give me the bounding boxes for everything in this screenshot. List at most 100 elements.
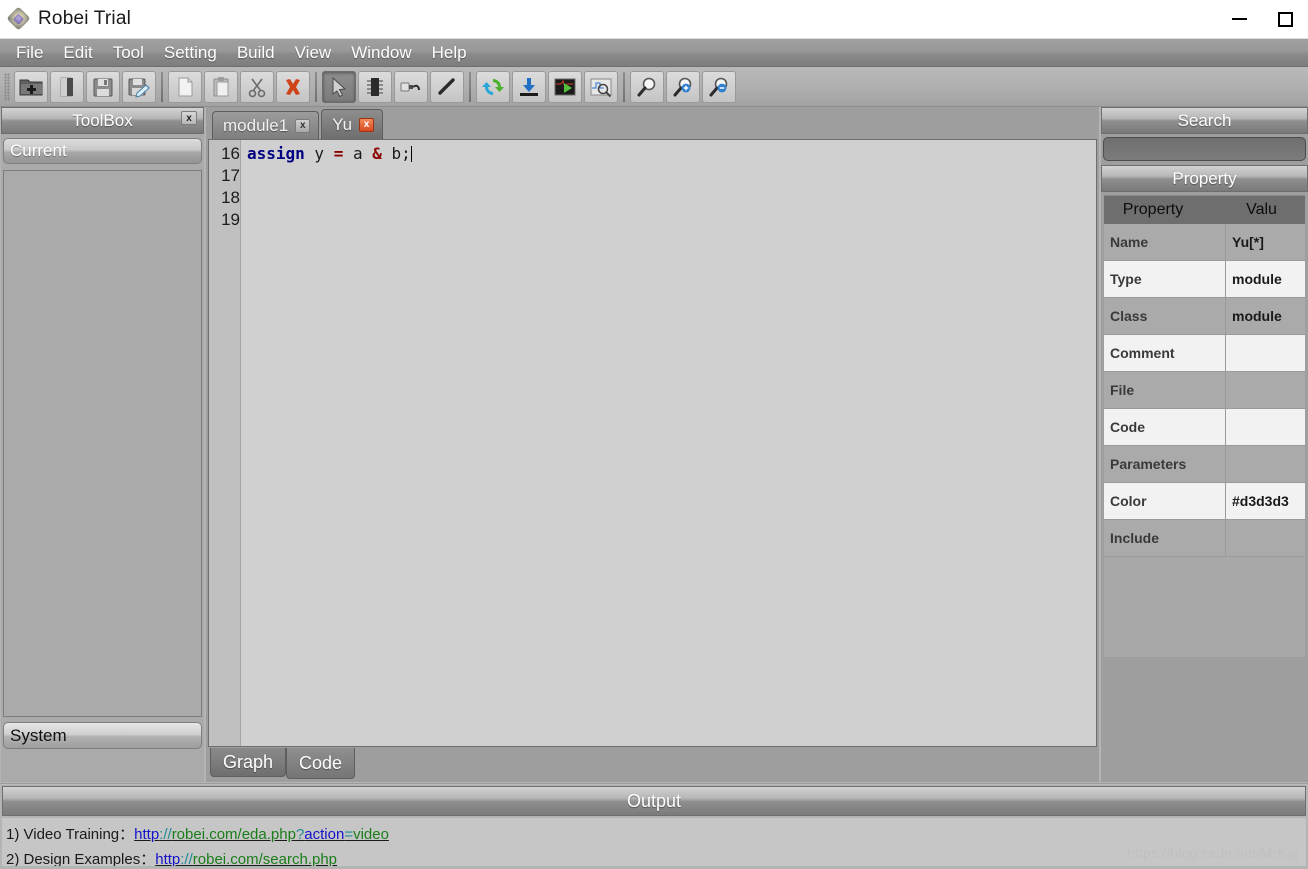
module-chip-icon	[367, 77, 383, 96]
output-text-area[interactable]: 1) Video Training：http://robei.com/eda.p…	[2, 818, 1306, 866]
download-icon	[520, 77, 538, 96]
open-project-button[interactable]	[50, 70, 84, 103]
property-value-class[interactable]: module	[1226, 298, 1305, 334]
toolbox-system-header[interactable]: System	[3, 722, 202, 749]
tab-yu-label: Yu	[332, 114, 353, 134]
property-value-include[interactable]	[1226, 520, 1305, 556]
property-column-header-value: Valu	[1246, 201, 1277, 218]
menu-item-view[interactable]: View	[285, 41, 342, 65]
tab-graph-label: Graph	[223, 751, 274, 772]
port-usb-button[interactable]	[394, 70, 428, 103]
simulate-run-button[interactable]	[548, 70, 582, 103]
link-part-scheme: http	[134, 826, 160, 843]
editor-tab-bar: module1 x Yu x	[206, 107, 1099, 139]
copy-button[interactable]	[168, 70, 202, 103]
compile-refresh-button[interactable]	[476, 70, 510, 103]
menu-item-help[interactable]: Help	[422, 41, 477, 65]
zoom-out-icon	[709, 77, 728, 96]
view-waveform-button[interactable]	[584, 70, 618, 103]
toolbox-current-header[interactable]: Current	[3, 138, 202, 164]
zoom-fit-button[interactable]	[630, 70, 664, 103]
output-panel: Output 1) Video Training：http://robei.co…	[0, 786, 1308, 869]
toolbox-system-label: System	[10, 725, 67, 745]
menu-item-window[interactable]: Window	[341, 41, 421, 65]
property-value-type[interactable]: module	[1226, 261, 1305, 297]
toolbar-drag-handle[interactable]	[4, 72, 10, 101]
property-table-header: Property Valu	[1104, 196, 1305, 224]
code-keyword-assign: assign	[247, 144, 305, 163]
save-button[interactable]	[86, 70, 120, 103]
output-panel-title: Output	[2, 786, 1306, 816]
menu-item-build[interactable]: Build	[227, 41, 285, 65]
editor-view-tabs: Graph Code	[206, 747, 1099, 779]
table-row[interactable]: Name Yu[*]	[1104, 224, 1305, 261]
line-number-gutter: 16 17 18 19	[209, 140, 241, 746]
maximize-icon	[1277, 11, 1293, 27]
cut-button[interactable]	[240, 70, 274, 103]
save-as-button[interactable]	[122, 70, 156, 103]
wire-line-icon	[438, 77, 455, 95]
new-project-button[interactable]	[14, 70, 48, 103]
toolbox-panel-title: ToolBox x	[1, 107, 204, 134]
tab-code[interactable]: Code	[286, 748, 356, 779]
tab-module1[interactable]: module1 x	[212, 111, 320, 139]
module-chip-button[interactable]	[358, 70, 392, 103]
table-row[interactable]: Include	[1104, 520, 1305, 557]
code-text-area[interactable]: assign y = a & b;	[241, 140, 1096, 746]
code-var-y: y	[304, 144, 334, 163]
table-row[interactable]: Comment	[1104, 335, 1305, 372]
output-link-examples[interactable]: http://robei.com/search.php	[155, 851, 337, 866]
menu-item-file[interactable]: File	[6, 41, 53, 65]
delete-button[interactable]	[276, 70, 310, 103]
minimize-button[interactable]	[1216, 0, 1262, 39]
maximize-button[interactable]	[1262, 0, 1308, 39]
toolbar-separator	[623, 71, 625, 102]
property-value-code[interactable]	[1226, 409, 1305, 445]
property-key-parameters: Parameters	[1104, 446, 1226, 482]
link-part-host: robei.com/eda.php	[171, 826, 296, 843]
property-value-parameters[interactable]	[1226, 446, 1305, 482]
table-row[interactable]: Code	[1104, 409, 1305, 446]
search-input[interactable]	[1103, 137, 1306, 161]
download-button[interactable]	[512, 70, 546, 103]
tab-graph[interactable]: Graph	[210, 748, 287, 777]
output-title-label: Output	[626, 790, 682, 811]
compile-refresh-icon	[482, 78, 504, 95]
app-logo-icon	[6, 6, 31, 31]
table-row[interactable]: Color #d3d3d3	[1104, 483, 1305, 520]
property-value-color[interactable]: #d3d3d3	[1226, 483, 1305, 519]
pointer-select-button[interactable]	[322, 70, 356, 103]
code-operator-equals: =	[333, 144, 344, 163]
copy-icon	[178, 77, 193, 96]
menu-item-edit[interactable]: Edit	[53, 41, 102, 65]
output-link-video[interactable]: http://robei.com/eda.php?action=video	[134, 826, 389, 843]
zoom-in-button[interactable]	[666, 70, 700, 103]
toolbox-close-icon[interactable]: x	[181, 111, 197, 125]
tab-yu[interactable]: Yu x	[321, 109, 384, 139]
table-row[interactable]: Class module	[1104, 298, 1305, 335]
line-number: 19	[221, 210, 240, 229]
menu-item-setting[interactable]: Setting	[154, 41, 227, 65]
paste-button[interactable]	[204, 70, 238, 103]
wire-line-button[interactable]	[430, 70, 464, 103]
property-key-type: Type	[1104, 261, 1226, 297]
link-part-value: video	[353, 826, 389, 843]
line-number: 17	[221, 166, 240, 185]
tab-yu-close-icon[interactable]: x	[359, 117, 375, 132]
property-value-file[interactable]	[1226, 372, 1305, 408]
table-row[interactable]: Parameters	[1104, 446, 1305, 483]
menu-item-tool[interactable]: Tool	[103, 41, 154, 65]
zoom-out-button[interactable]	[702, 70, 736, 103]
property-key-name: Name	[1104, 224, 1226, 260]
property-value-comment[interactable]	[1226, 335, 1305, 371]
code-editor[interactable]: 16 17 18 19 assign y = a & b;	[208, 139, 1097, 747]
tab-module1-close-icon[interactable]: x	[295, 118, 311, 133]
toolbox-panel: ToolBox x Current System	[1, 107, 204, 782]
property-key-include: Include	[1104, 520, 1226, 556]
toolbox-current-label: Current	[10, 141, 67, 160]
property-value-name[interactable]: Yu[*]	[1226, 224, 1305, 260]
table-row[interactable]: Type module	[1104, 261, 1305, 298]
toolbox-items-area[interactable]	[3, 170, 202, 717]
link-part-sep: ://	[159, 826, 172, 843]
table-row[interactable]: File	[1104, 372, 1305, 409]
